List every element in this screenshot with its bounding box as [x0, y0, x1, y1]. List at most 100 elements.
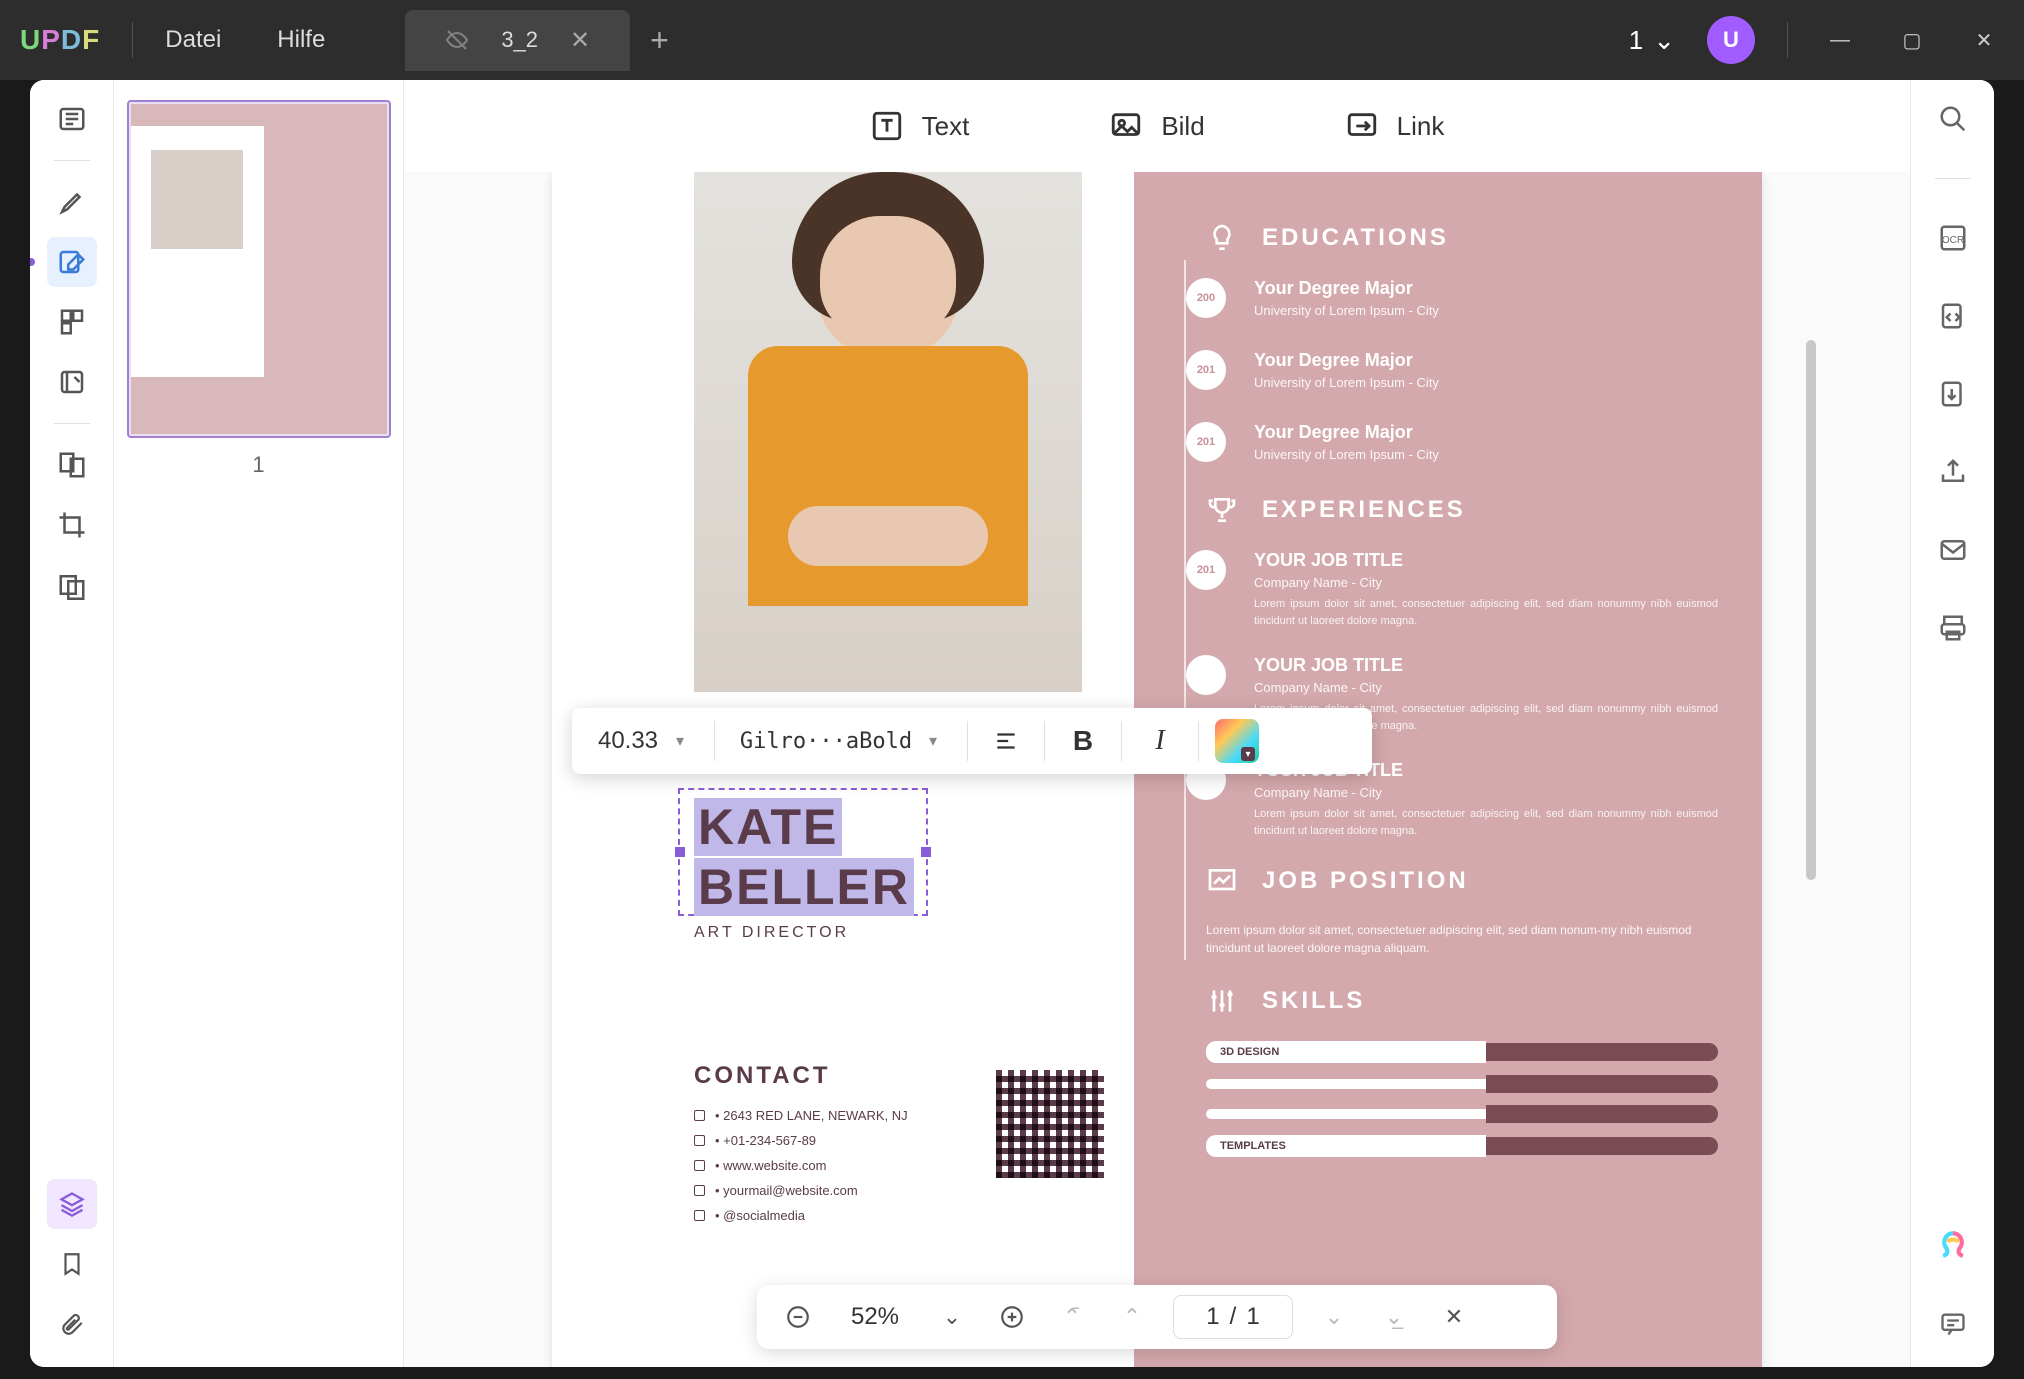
jobpos-desc[interactable]: Lorem ipsum dolor sit amet, consectetuer…	[1206, 921, 1718, 957]
exp-title: YOUR JOB TITLE	[1254, 655, 1718, 676]
name-last[interactable]: BELLER	[694, 858, 914, 916]
zoom-dropdown[interactable]: ⌄	[933, 1298, 971, 1336]
zoom-in-button[interactable]	[993, 1298, 1031, 1336]
menu-help[interactable]: Hilfe	[277, 26, 325, 54]
search-button[interactable]	[1928, 94, 1978, 144]
edu-item[interactable]: 200Your Degree MajorUniversity of Lorem …	[1206, 278, 1718, 324]
italic-button[interactable]: I	[1138, 719, 1182, 763]
year-badge: 201	[1186, 422, 1226, 462]
next-page-button[interactable]: ⌄	[1315, 1298, 1353, 1336]
navbar-close-button[interactable]: ✕	[1435, 1298, 1473, 1336]
highlighter-tool-button[interactable]	[47, 177, 97, 227]
font-family-dropdown[interactable]: ▾	[929, 731, 951, 751]
page-input[interactable]: 1 / 1	[1173, 1295, 1293, 1339]
bookmark-button[interactable]	[47, 1239, 97, 1289]
name-title[interactable]: ART DIRECTOR	[694, 924, 914, 942]
document-tab[interactable]: 3_2 ✕	[405, 10, 630, 71]
section-jobposition[interactable]: JOB POSITION	[1206, 865, 1718, 897]
bold-button[interactable]: B	[1061, 719, 1105, 763]
section-educations[interactable]: EDUCATIONS	[1206, 222, 1718, 254]
form-tool-button[interactable]	[47, 357, 97, 407]
pages-tool-button[interactable]	[47, 297, 97, 347]
edit-tool-image[interactable]: Bild	[1109, 109, 1204, 143]
edit-tool-button[interactable]	[47, 237, 97, 287]
skill-row[interactable]: 3D DESIGN	[1206, 1041, 1718, 1063]
name-first[interactable]: KATE	[694, 798, 842, 856]
crop-tool-button[interactable]	[47, 500, 97, 550]
year-badge: 200	[1186, 278, 1226, 318]
edit-tool-text[interactable]: Text	[870, 109, 970, 143]
contact-social[interactable]: • @socialmedia	[694, 1208, 908, 1223]
bottom-navbar: 52% ⌄ ⌃̄ ⌃ 1 / 1 ⌄ ⌄̲ ✕	[757, 1285, 1557, 1349]
convert-button[interactable]	[1928, 291, 1978, 341]
text-color-button[interactable]: ▾	[1215, 719, 1259, 763]
font-family-input[interactable]: Gilro···aBold	[731, 729, 921, 754]
contact-heading[interactable]: CONTACT	[694, 1062, 908, 1090]
contact-block: CONTACT • 2643 RED LANE, NEWARK, NJ • +0…	[694, 1062, 908, 1233]
selection-handle-left[interactable]	[675, 847, 685, 857]
name-block[interactable]: KATE BELLER ART DIRECTOR	[694, 798, 914, 942]
layers-button[interactable]	[47, 1179, 97, 1229]
vertical-scrollbar[interactable]	[1806, 340, 1816, 880]
resume-photo[interactable]	[694, 172, 1082, 692]
rail-sep	[54, 160, 90, 161]
right-rail-bottom	[1928, 1221, 1978, 1367]
window-minimize-button[interactable]: —	[1820, 20, 1860, 60]
section-title: JOB POSITION	[1262, 867, 1469, 895]
prev-page-button[interactable]: ⌃	[1113, 1298, 1151, 1336]
print-button[interactable]	[1928, 603, 1978, 653]
location-icon	[694, 1110, 705, 1121]
skill-name	[1206, 1109, 1486, 1119]
contact-phone[interactable]: • +01-234-567-89	[694, 1133, 908, 1148]
qr-code[interactable]	[996, 1070, 1104, 1178]
save-button[interactable]	[1928, 369, 1978, 419]
fmt-sep	[1121, 721, 1122, 761]
attachment-button[interactable]	[47, 1299, 97, 1349]
edu-item[interactable]: 201Your Degree MajorUniversity of Lorem …	[1206, 422, 1718, 468]
ocr-button[interactable]: OCR	[1928, 213, 1978, 263]
section-experiences[interactable]: EXPERIENCES	[1206, 494, 1718, 526]
ai-assistant-button[interactable]	[1928, 1221, 1978, 1271]
comments-button[interactable]	[1928, 1299, 1978, 1349]
window-close-button[interactable]: ✕	[1964, 20, 2004, 60]
exp-desc: Lorem ipsum dolor sit amet, consectetuer…	[1254, 806, 1718, 839]
zoom-out-button[interactable]	[779, 1298, 817, 1336]
compare-tool-button[interactable]	[47, 440, 97, 490]
edit-tool-link[interactable]: Link	[1345, 109, 1445, 143]
reader-mode-button[interactable]	[47, 94, 97, 144]
section-skills[interactable]: SKILLS	[1206, 985, 1718, 1017]
selection-handle-right[interactable]	[921, 847, 931, 857]
layout-selector[interactable]: 1 ⌄	[1629, 25, 1675, 56]
font-size-dropdown[interactable]: ▾	[676, 731, 698, 751]
thumbnail-page-label: 1	[252, 452, 264, 478]
first-page-button[interactable]: ⌃̄	[1053, 1298, 1091, 1336]
menu-file[interactable]: Datei	[165, 26, 221, 54]
font-size-input[interactable]: 40.33	[588, 727, 668, 755]
thumbnail-page-1[interactable]	[127, 100, 391, 438]
chevron-down-icon: ▾	[1241, 747, 1255, 761]
tab-close-icon[interactable]: ✕	[570, 26, 590, 55]
last-page-button[interactable]: ⌄̲	[1375, 1298, 1413, 1336]
contact-email[interactable]: • yourmail@website.com	[694, 1183, 908, 1198]
edu-item[interactable]: 201Your Degree MajorUniversity of Lorem …	[1206, 350, 1718, 396]
contact-address[interactable]: • 2643 RED LANE, NEWARK, NJ	[694, 1108, 908, 1123]
edit-tool-image-label: Bild	[1161, 111, 1204, 142]
skill-row[interactable]: TEMPLATES	[1206, 1135, 1718, 1157]
skill-row[interactable]	[1206, 1075, 1718, 1093]
redact-tool-button[interactable]	[47, 560, 97, 610]
edit-tool-link-label: Link	[1397, 111, 1445, 142]
email-button[interactable]	[1928, 525, 1978, 575]
tab-add-button[interactable]: +	[650, 22, 669, 59]
skill-row[interactable]	[1206, 1105, 1718, 1123]
edit-toolbar: Text Bild Link	[404, 80, 1910, 172]
exp-sub: Company Name - City	[1254, 785, 1718, 800]
layout-number: 1	[1629, 25, 1643, 56]
at-icon	[694, 1210, 705, 1221]
exp-item[interactable]: 201YOUR JOB TITLECompany Name - CityLore…	[1206, 550, 1718, 629]
align-button[interactable]	[984, 719, 1028, 763]
page-total: 1	[1246, 1303, 1259, 1331]
share-button[interactable]	[1928, 447, 1978, 497]
contact-web[interactable]: • www.website.com	[694, 1158, 908, 1173]
window-maximize-button[interactable]: ▢	[1892, 20, 1932, 60]
user-avatar[interactable]: U	[1707, 16, 1755, 64]
